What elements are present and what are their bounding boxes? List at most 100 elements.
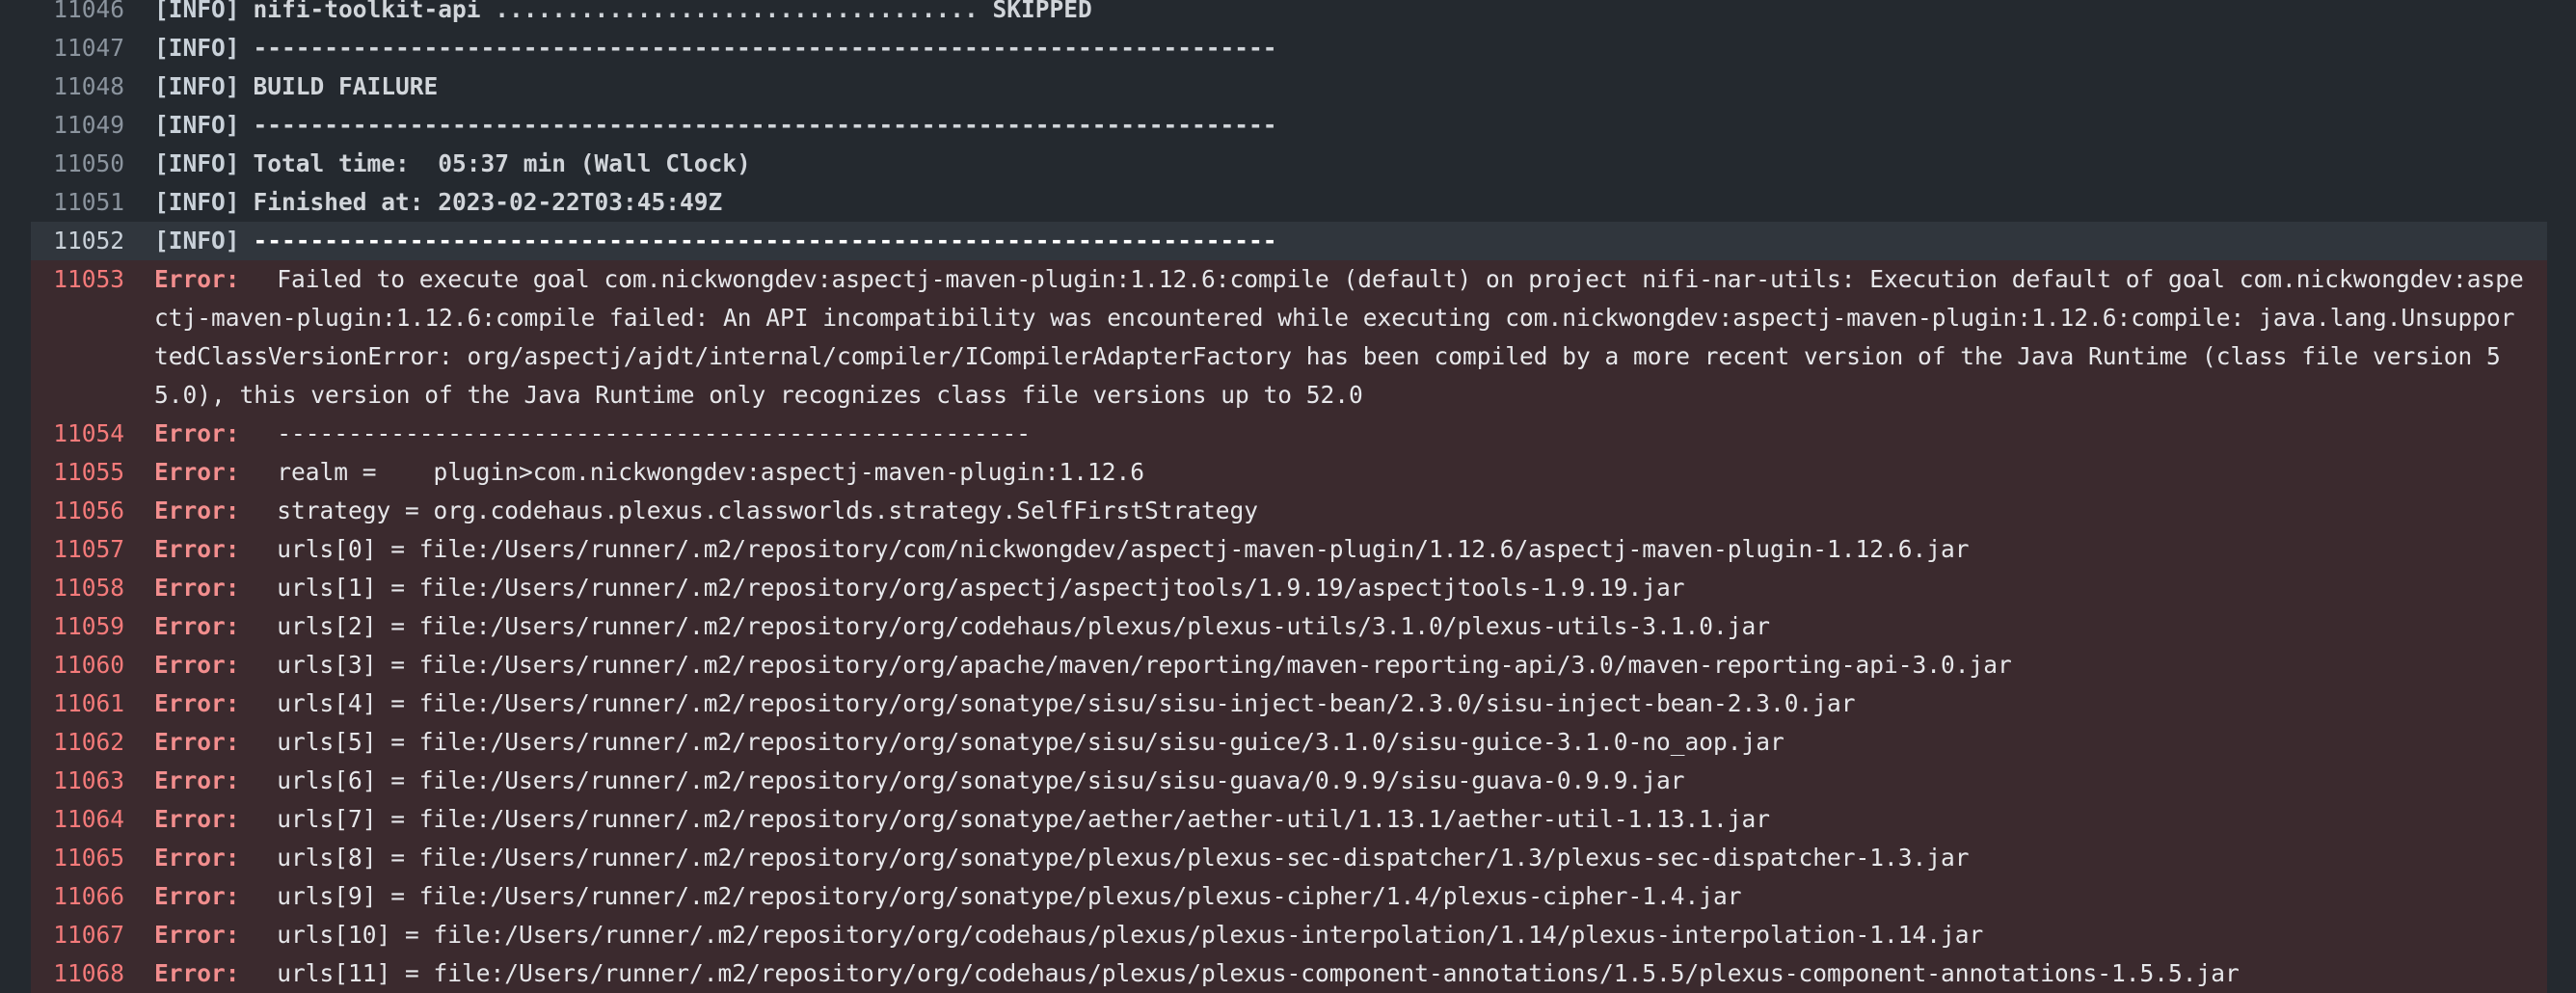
line-number[interactable]: 11058 bbox=[31, 569, 154, 607]
log-line-11064[interactable]: 11064 Error: urls[7] = file:/Users/runne… bbox=[31, 800, 2547, 839]
log-message: urls[1] = file:/Users/runner/.m2/reposit… bbox=[262, 574, 1685, 602]
log-message: realm = plugin>com.nickwongdev:aspectj-m… bbox=[262, 458, 1145, 486]
log-line-11062[interactable]: 11062 Error: urls[5] = file:/Users/runne… bbox=[31, 723, 2547, 762]
log-message: urls[5] = file:/Users/runner/.m2/reposit… bbox=[262, 728, 1784, 756]
line-number[interactable]: 11066 bbox=[31, 877, 154, 916]
log-message: ----------------------------------------… bbox=[253, 34, 1277, 62]
log-message: Failed to execute goal com.nickwongdev:a… bbox=[154, 265, 2524, 409]
log-level-tag: [INFO] bbox=[154, 227, 240, 255]
log-message: urls[3] = file:/Users/runner/.m2/reposit… bbox=[262, 651, 2012, 679]
line-number[interactable]: 11050 bbox=[31, 145, 154, 183]
line-number[interactable]: 11065 bbox=[31, 839, 154, 877]
log-message: nifi-toolkit-api .......................… bbox=[253, 0, 1092, 23]
log-line-11057[interactable]: 11057 Error: urls[0] = file:/Users/runne… bbox=[31, 530, 2547, 569]
line-number[interactable]: 11048 bbox=[31, 67, 154, 106]
line-number[interactable]: 11068 bbox=[31, 954, 154, 993]
log-line-11065[interactable]: 11065 Error: urls[8] = file:/Users/runne… bbox=[31, 839, 2547, 877]
log-level-tag: Error: bbox=[154, 728, 240, 756]
log-line-11068[interactable]: 11068 Error: urls[11] = file:/Users/runn… bbox=[31, 954, 2547, 993]
log-line-content: Error: urls[4] = file:/Users/runner/.m2/… bbox=[154, 684, 2547, 723]
line-number[interactable]: 11063 bbox=[31, 762, 154, 800]
line-number[interactable]: 11060 bbox=[31, 646, 154, 684]
log-line-content: Error: Failed to execute goal com.nickwo… bbox=[154, 260, 2547, 415]
log-message: ----------------------------------------… bbox=[262, 419, 1032, 447]
log-line-11051[interactable]: 11051 [INFO] Finished at: 2023-02-22T03:4… bbox=[31, 183, 2547, 222]
log-line-content: Error: urls[0] = file:/Users/runner/.m2/… bbox=[154, 530, 2547, 569]
log-line-11066[interactable]: 11066 Error: urls[9] = file:/Users/runne… bbox=[31, 877, 2547, 916]
log-level-tag: [INFO] bbox=[154, 34, 240, 62]
log-line-11061[interactable]: 11061 Error: urls[4] = file:/Users/runne… bbox=[31, 684, 2547, 723]
line-number[interactable]: 11061 bbox=[31, 684, 154, 723]
log-line-content: Error: urls[11] = file:/Users/runner/.m2… bbox=[154, 954, 2547, 993]
log-level-tag: Error: bbox=[154, 535, 240, 563]
log-level-tag: Error: bbox=[154, 496, 240, 524]
line-number[interactable]: 11064 bbox=[31, 800, 154, 839]
line-number[interactable]: 11047 bbox=[31, 29, 154, 67]
log-message: urls[6] = file:/Users/runner/.m2/reposit… bbox=[262, 766, 1685, 794]
log-level-tag: [INFO] bbox=[154, 149, 240, 177]
log-message: urls[10] = file:/Users/runner/.m2/reposi… bbox=[262, 921, 1984, 949]
line-number[interactable]: 11059 bbox=[31, 607, 154, 646]
line-number[interactable]: 11046 bbox=[31, 0, 154, 29]
log-line-11054[interactable]: 11054 Error: ---------------------------… bbox=[31, 415, 2547, 453]
log-level-tag: Error: bbox=[154, 766, 240, 794]
log-line-11050[interactable]: 11050 [INFO] Total time: 05:37 min (Wall … bbox=[31, 145, 2547, 183]
log-line-11058[interactable]: 11058 Error: urls[1] = file:/Users/runne… bbox=[31, 569, 2547, 607]
log-level-tag: Error: bbox=[154, 265, 240, 293]
log-line-content: Error: urls[5] = file:/Users/runner/.m2/… bbox=[154, 723, 2547, 762]
log-level-tag: [INFO] bbox=[154, 0, 240, 23]
log-line-11067[interactable]: 11067 Error: urls[10] = file:/Users/runn… bbox=[31, 916, 2547, 954]
log-line-11056[interactable]: 11056 Error: strategy = org.codehaus.ple… bbox=[31, 492, 2547, 530]
log-level-tag: Error: bbox=[154, 458, 240, 486]
log-line-content: Error: ---------------------------------… bbox=[154, 415, 2547, 453]
log-line-content: Error: urls[2] = file:/Users/runner/.m2/… bbox=[154, 607, 2547, 646]
log-line-11049[interactable]: 11049 [INFO] ----------------------------… bbox=[31, 106, 2547, 145]
log-message: ----------------------------------------… bbox=[253, 111, 1277, 139]
log-line-content: Error: urls[9] = file:/Users/runner/.m2/… bbox=[154, 877, 2547, 916]
log-level-tag: Error: bbox=[154, 805, 240, 833]
log-level-tag: Error: bbox=[154, 689, 240, 717]
log-level-tag: [INFO] bbox=[154, 72, 240, 100]
log-line-content: [INFO] nifi-toolkit-api .................… bbox=[154, 0, 2547, 29]
line-number[interactable]: 11057 bbox=[31, 530, 154, 569]
log-level-tag: Error: bbox=[154, 844, 240, 872]
line-number[interactable]: 11052 bbox=[31, 222, 154, 260]
log-line-content: Error: urls[8] = file:/Users/runner/.m2/… bbox=[154, 839, 2547, 877]
log-line-11060[interactable]: 11060 Error: urls[3] = file:/Users/runne… bbox=[31, 646, 2547, 684]
log-message: ----------------------------------------… bbox=[253, 227, 1277, 255]
log-message: urls[0] = file:/Users/runner/.m2/reposit… bbox=[262, 535, 1970, 563]
log-line-content: [INFO] BUILD FAILURE bbox=[154, 67, 2547, 106]
line-number[interactable]: 11062 bbox=[31, 723, 154, 762]
log-line-content: Error: urls[10] = file:/Users/runner/.m2… bbox=[154, 916, 2547, 954]
line-number[interactable]: 11054 bbox=[31, 415, 154, 453]
log-line-11048[interactable]: 11048 [INFO] BUILD FAILURE bbox=[31, 67, 2547, 106]
log-lines: 11046 [INFO] nifi-toolkit-api ...........… bbox=[31, 0, 2547, 993]
line-number[interactable]: 11051 bbox=[31, 183, 154, 222]
line-number[interactable]: 11049 bbox=[31, 106, 154, 145]
build-log-viewer: 11046 [INFO] nifi-toolkit-api ...........… bbox=[0, 0, 2576, 993]
log-message: Finished at: 2023-02-22T03:45:49Z bbox=[253, 188, 723, 216]
log-line-11047[interactable]: 11047 [INFO] ----------------------------… bbox=[31, 29, 2547, 67]
log-line-11052[interactable]: 11052 [INFO] ----------------------------… bbox=[31, 222, 2547, 260]
log-line-content: [INFO] Total time: 05:37 min (Wall Clock) bbox=[154, 145, 2547, 183]
log-line-11059[interactable]: 11059 Error: urls[2] = file:/Users/runne… bbox=[31, 607, 2547, 646]
log-message: urls[2] = file:/Users/runner/.m2/reposit… bbox=[262, 612, 1771, 640]
log-level-tag: Error: bbox=[154, 574, 240, 602]
log-level-tag: Error: bbox=[154, 612, 240, 640]
line-number[interactable]: 11055 bbox=[31, 453, 154, 492]
log-message: Total time: 05:37 min (Wall Clock) bbox=[253, 149, 751, 177]
log-line-11063[interactable]: 11063 Error: urls[6] = file:/Users/runne… bbox=[31, 762, 2547, 800]
log-level-tag: [INFO] bbox=[154, 111, 240, 139]
log-line-11053[interactable]: 11053 Error: Failed to execute goal com.… bbox=[31, 260, 2547, 415]
log-line-11055[interactable]: 11055 Error: realm = plugin>com.nickwong… bbox=[31, 453, 2547, 492]
log-line-content: [INFO] ----------------------------------… bbox=[154, 222, 2547, 260]
log-message: urls[8] = file:/Users/runner/.m2/reposit… bbox=[262, 844, 1970, 872]
log-line-content: [INFO] Finished at: 2023-02-22T03:45:49Z bbox=[154, 183, 2547, 222]
line-number[interactable]: 11053 bbox=[31, 260, 154, 299]
line-number[interactable]: 11067 bbox=[31, 916, 154, 954]
log-message: urls[7] = file:/Users/runner/.m2/reposit… bbox=[262, 805, 1771, 833]
log-line-11046[interactable]: 11046 [INFO] nifi-toolkit-api ...........… bbox=[31, 0, 2547, 29]
line-number[interactable]: 11056 bbox=[31, 492, 154, 530]
log-level-tag: Error: bbox=[154, 921, 240, 949]
log-level-tag: Error: bbox=[154, 651, 240, 679]
